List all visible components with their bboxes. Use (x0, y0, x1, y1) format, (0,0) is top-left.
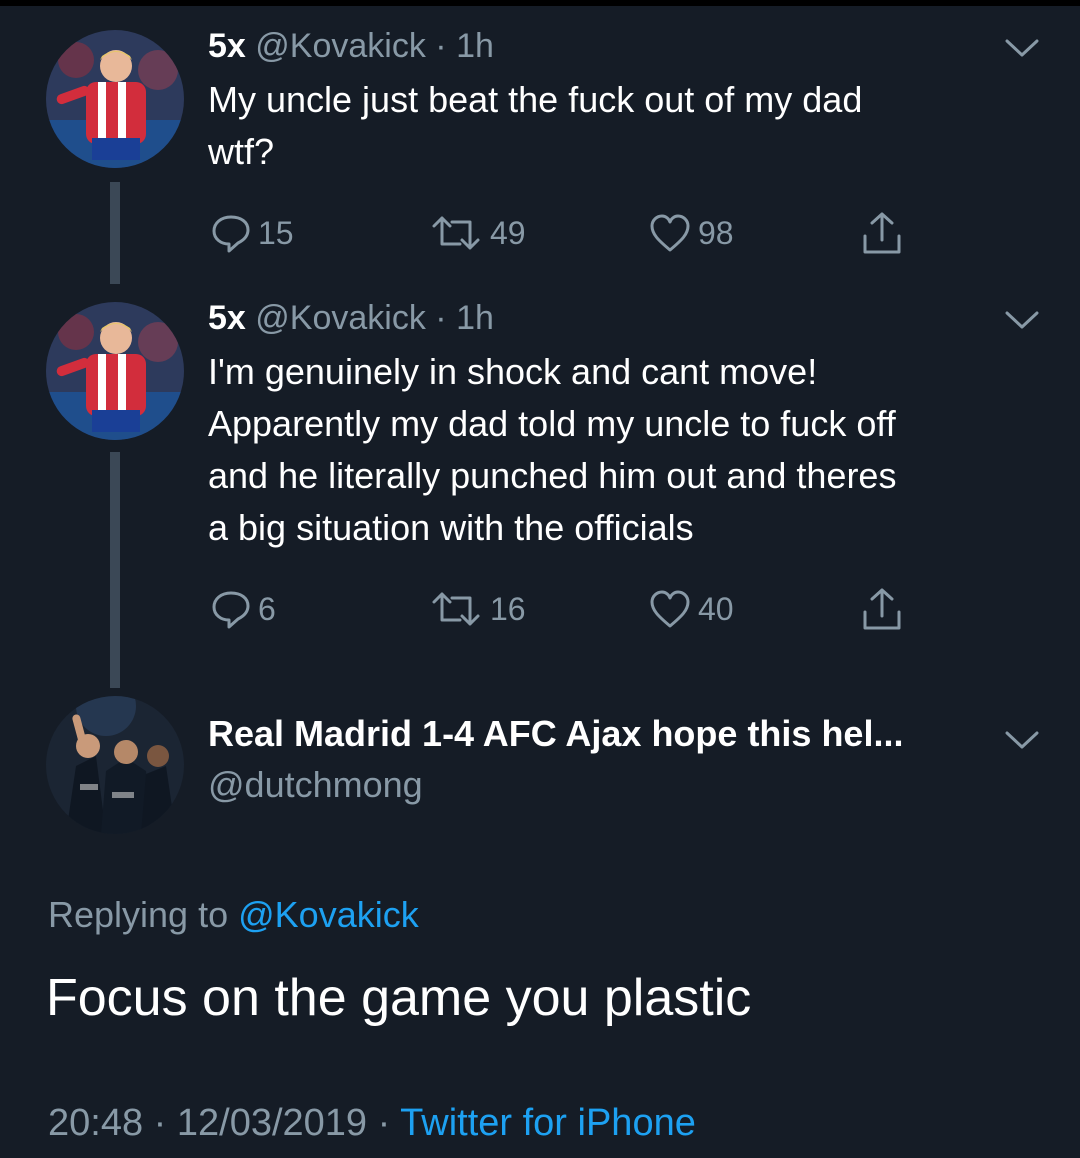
tweet-text: My uncle just beat the fuck out of my da… (208, 74, 1048, 178)
tweet-text-line: and he literally punched him out and the… (208, 455, 897, 496)
separator-dot: · (143, 1102, 177, 1144)
tweet-source[interactable]: Twitter for iPhone (400, 1102, 696, 1144)
like-count: 40 (698, 590, 734, 627)
heart-icon (648, 588, 692, 630)
share-icon (860, 210, 904, 256)
tweet-time[interactable]: 1h (456, 27, 494, 65)
heart-icon (648, 212, 692, 254)
separator-dot: · (425, 27, 457, 65)
user-name[interactable]: 5x (208, 27, 246, 65)
retweet-count: 16 (490, 590, 526, 627)
tweet-text-line: I'm genuinely in shock and cant move! (208, 351, 818, 392)
tweet-1[interactable]: 5x @Kovakick · 1h My uncle just beat the… (0, 0, 1080, 290)
chevron-down-icon[interactable] (1004, 36, 1040, 60)
tweet-text-line: wtf? (208, 131, 275, 172)
separator-dot: · (425, 299, 457, 337)
avatar[interactable] (46, 30, 184, 168)
reply-button[interactable]: 6 (210, 584, 276, 634)
tweet-text: I'm genuinely in shock and cant move! Ap… (208, 346, 1048, 554)
tweet-header: 5x @Kovakick · 1h (208, 298, 494, 338)
reply-button[interactable]: 15 (210, 208, 294, 258)
retweet-button[interactable]: 49 (428, 208, 526, 258)
retweet-icon (428, 212, 484, 254)
tweet-header: Real Madrid 1-4 AFC Ajax hope this hel..… (208, 714, 903, 755)
focused-tweet-text: Focus on the game you plastic (46, 969, 752, 1027)
reply-icon (210, 212, 252, 254)
retweet-icon (428, 588, 484, 630)
separator-dot: · (367, 1102, 401, 1144)
tweet-time[interactable]: 20:48 (48, 1102, 143, 1144)
tweet-header: 5x @Kovakick · 1h (208, 26, 494, 66)
chevron-down-icon[interactable] (1004, 308, 1040, 332)
like-button[interactable]: 40 (648, 584, 734, 634)
retweet-button[interactable]: 16 (428, 584, 526, 634)
replying-prefix: Replying to (48, 894, 229, 935)
user-handle[interactable]: @Kovakick (255, 299, 426, 337)
tweet-time[interactable]: 1h (456, 299, 494, 337)
reply-icon (210, 588, 252, 630)
share-button[interactable] (860, 208, 904, 258)
reply-count: 6 (258, 590, 276, 627)
like-button[interactable]: 98 (648, 208, 734, 258)
share-icon (860, 586, 904, 632)
replying-to-link[interactable]: @Kovakick (238, 894, 419, 935)
tweet-actions: 15 49 98 (208, 208, 928, 258)
like-count: 98 (698, 214, 734, 251)
share-button[interactable] (860, 584, 904, 634)
user-handle[interactable]: @dutchmong (208, 764, 423, 806)
thread-line (110, 452, 120, 688)
tweet-text-line: Apparently my dad told my uncle to fuck … (208, 403, 896, 444)
tweet-actions: 6 16 40 (208, 584, 928, 634)
user-name[interactable]: Real Madrid 1-4 AFC Ajax hope this hel..… (208, 713, 903, 754)
replying-to: Replying to @Kovakick (48, 894, 419, 936)
retweet-count: 49 (490, 214, 526, 251)
user-handle[interactable]: @Kovakick (255, 27, 426, 65)
thread-line (110, 182, 120, 284)
avatar[interactable] (46, 696, 184, 834)
chevron-down-icon[interactable] (1004, 728, 1040, 752)
tweet-meta: 20:48 · 12/03/2019 · Twitter for iPhone (48, 1102, 696, 1145)
avatar[interactable] (46, 302, 184, 440)
reply-count: 15 (258, 214, 294, 251)
tweet-text-line: My uncle just beat the fuck out of my da… (208, 79, 863, 120)
tweet-date[interactable]: 12/03/2019 (177, 1102, 367, 1144)
tweet-2[interactable]: 5x @Kovakick · 1h I'm genuinely in shock… (0, 290, 1080, 690)
user-name[interactable]: 5x (208, 299, 246, 337)
tweet-text-line: a big situation with the officials (208, 507, 694, 548)
focused-tweet[interactable]: Real Madrid 1-4 AFC Ajax hope this hel..… (0, 690, 1080, 1158)
